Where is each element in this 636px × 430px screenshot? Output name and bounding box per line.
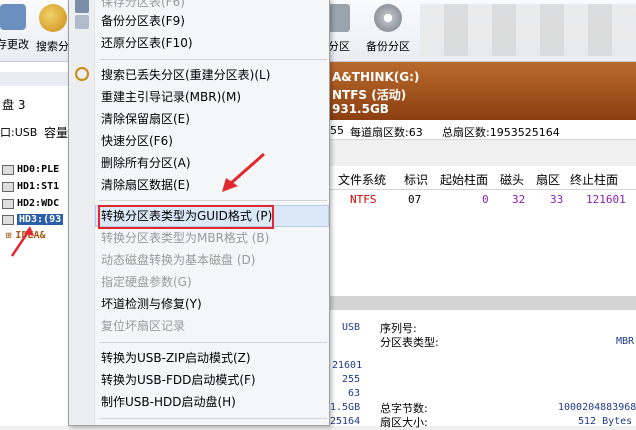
save-icon [0,4,26,30]
menu-item-bad-sector-check[interactable]: 坏道检测与修复(Y) [101,293,202,315]
sectors-per-track: 每道扇区数:63 [350,126,423,139]
disk-tree-panel: 盘 3 口:USB 容量 HD0:PLE HD1:ST1 HD2:WDC HD3… [0,62,70,426]
menu-gutter [69,0,95,425]
menu-item-specify-disk-params[interactable]: 指定硬盘参数(G) [101,271,192,293]
table-empty-area [330,210,636,296]
nav-arrows[interactable] [0,72,70,86]
blurred-region [420,4,636,56]
hard-disk-icon [2,198,14,209]
menu-item-restore-partition-table[interactable]: 还原分区表(F10) [101,32,193,54]
backup-partition-button[interactable]: 备份分区 [366,4,410,54]
disk-item-hd2[interactable]: HD2:WDC [0,196,59,211]
search-partition-label: 搜索分 [36,40,69,53]
menu-item-delete-all-partitions[interactable]: 删除所有分区(A) [101,152,191,174]
menu-item-convert-to-mbr[interactable]: 转换分区表类型为MBR格式 (B) [101,227,269,249]
save-changes-label: 存更改 [0,38,29,51]
hard-disk-icon [2,181,14,192]
delete-partition-label: 分区 [328,40,350,53]
menu-item-clear-sector-data[interactable]: 清除扇区数据(E) [101,174,190,196]
disk-banner: A&THINK(G:) NTFS (活动) 931.5GB [330,62,636,120]
menu-item-dynamic-to-basic[interactable]: 动态磁盘转换为基本磁盘 (D) [101,249,255,271]
search-partition-button[interactable]: 搜索分 [36,4,69,54]
menu-separator [99,200,327,201]
menu-item-reset-bad-sectors[interactable]: 复位坏扇区记录 [101,315,185,337]
menu-item-rebuild-mbr[interactable]: 重建主引导记录(MBR)(M) [101,86,241,108]
search-lost-icon [75,67,89,81]
menu-separator [99,418,327,419]
menu-item-usb-fdd[interactable]: 转换为USB-FDD启动模式(F) [101,369,256,391]
annotation-arrow-left [10,226,34,257]
search-icon [38,4,67,32]
table-row[interactable]: NTFS 07 0 32 33 121601 [330,190,636,210]
highlight-box-guid [98,205,274,229]
trash-icon [328,4,350,32]
port-label: 口:USB [0,126,38,139]
total-sectors: 总扇区数:1953525164 [442,126,560,139]
pane-splitter[interactable] [330,296,636,310]
disc-icon [374,4,402,32]
volume-size: 931.5GB [332,102,389,116]
menu-item-usb-hdd[interactable]: 制作USB-HDD启动盘(H) [101,391,236,413]
disk-item-hd0[interactable]: HD0:PLE [0,162,59,177]
disk-label: 盘 3 [2,98,26,112]
volume-name: A&THINK(G:) [332,70,420,84]
capacity-label: 容量 [44,126,69,140]
backup-partition-label: 备份分区 [366,40,410,53]
partition-table-header: 文件系统 标识 起始柱面 磁头 扇区 终止柱面 [330,166,636,190]
annotation-arrow-menu [222,152,265,192]
save-changes-button[interactable]: 存更改 [0,4,29,52]
menu-item-usb-zip[interactable]: 转换为USB-ZIP启动模式(Z) [101,347,251,369]
disk-details-panel: USB 序列号: 分区表类型: MBR 21601 255 63 1.5GB 总… [330,310,636,429]
volume-fs: NTFS (活动) [332,88,407,102]
menu-item-quick-partition[interactable]: 快速分区(F6) [101,130,173,152]
hard-disk-icon [2,164,14,175]
disk-item-hd1[interactable]: HD1:ST1 [0,179,59,194]
menu-item-clear-reserved-sectors[interactable]: 清除保留扇区(E) [101,108,190,130]
menu-item-search-lost-partitions[interactable]: 搜索已丢失分区(重建分区表)(L) [101,64,270,86]
disk-info-strip: 55 每道扇区数:63 总扇区数:1953525164 [330,120,636,140]
menu-separator [99,342,327,343]
menu-item-backup-partition-table[interactable]: 备份分区表(F9) [101,10,185,32]
save-icon [75,0,89,13]
delete-partition-button[interactable]: 分区 [328,4,350,54]
backup-icon [75,15,89,29]
menu-separator [99,59,327,60]
